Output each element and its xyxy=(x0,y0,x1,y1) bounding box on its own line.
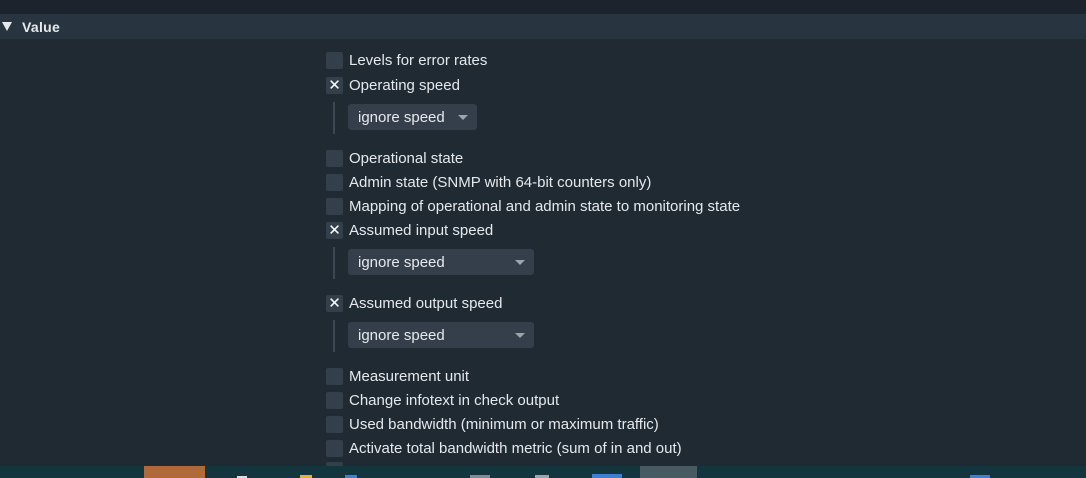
option-mapping-state[interactable]: Mapping of operational and admin state t… xyxy=(326,196,740,216)
checkbox[interactable] xyxy=(326,51,343,69)
option-operational-state[interactable]: Operational state xyxy=(326,148,463,168)
taskbar-active-app[interactable] xyxy=(640,466,697,478)
collapse-triangle-icon[interactable] xyxy=(2,22,12,31)
select-value: ignore speed xyxy=(358,253,445,271)
select-value: ignore speed xyxy=(358,326,445,344)
nested-indent-line xyxy=(333,102,335,134)
option-label: Operating speed xyxy=(349,76,460,94)
taskbar-app-icon[interactable] xyxy=(144,466,205,478)
option-label: Assumed output speed xyxy=(349,294,503,312)
checkbox-checked[interactable]: ✕ xyxy=(326,294,343,312)
option-label: Assumed input speed xyxy=(349,221,494,239)
option-label: Mapping of operational and admin state t… xyxy=(349,197,741,215)
checkbox[interactable] xyxy=(326,173,343,191)
section-header-value[interactable]: Value xyxy=(0,14,1086,39)
checkbox[interactable] xyxy=(326,415,343,433)
option-total-bandwidth[interactable]: Activate total bandwidth metric (sum of … xyxy=(326,438,682,458)
checkbox[interactable] xyxy=(326,367,343,385)
dropdown-caret-icon xyxy=(515,260,525,265)
checkbox[interactable] xyxy=(326,439,343,457)
option-label: Activate total bandwidth metric (sum of … xyxy=(349,439,682,457)
option-change-infotext[interactable]: Change infotext in check output xyxy=(326,390,559,410)
option-label: Used bandwidth (minimum or maximum traff… xyxy=(349,415,659,433)
nested-indent-line xyxy=(333,247,335,279)
option-assumed-output-speed[interactable]: ✕ Assumed output speed xyxy=(326,293,502,313)
checkbox-checked[interactable]: ✕ xyxy=(326,221,343,239)
operating-speed-select[interactable]: ignore speed xyxy=(348,104,477,130)
option-label: Levels for error rates xyxy=(349,51,488,69)
taskbar xyxy=(0,466,1086,478)
checkbox[interactable] xyxy=(326,391,343,409)
option-measurement-unit[interactable]: Measurement unit xyxy=(326,366,469,386)
top-strip xyxy=(0,0,1086,14)
checkbox[interactable] xyxy=(326,149,343,167)
option-label: Admin state (SNMP with 64-bit counters o… xyxy=(349,173,652,191)
option-label: Operational state xyxy=(349,149,464,167)
option-assumed-input-speed[interactable]: ✕ Assumed input speed xyxy=(326,220,493,240)
option-levels-error-rates[interactable]: Levels for error rates xyxy=(326,50,487,70)
dropdown-caret-icon xyxy=(515,333,525,338)
taskbar-app-icon[interactable] xyxy=(592,474,622,478)
option-used-bandwidth[interactable]: Used bandwidth (minimum or maximum traff… xyxy=(326,414,659,434)
checkbox-checked[interactable]: ✕ xyxy=(326,76,343,94)
option-admin-state[interactable]: Admin state (SNMP with 64-bit counters o… xyxy=(326,172,651,192)
select-value: ignore speed xyxy=(358,108,445,126)
assumed-input-speed-select[interactable]: ignore speed xyxy=(348,249,534,275)
section-title: Value xyxy=(22,18,61,35)
checkbox[interactable] xyxy=(326,197,343,215)
option-operating-speed[interactable]: ✕ Operating speed xyxy=(326,75,460,95)
assumed-output-speed-select[interactable]: ignore speed xyxy=(348,322,534,348)
options-panel: Levels for error rates ✕ Operating speed… xyxy=(0,39,1086,466)
option-label: Measurement unit xyxy=(349,367,470,385)
option-label: Change infotext in check output xyxy=(349,391,560,409)
nested-indent-line xyxy=(333,320,335,352)
dropdown-caret-icon xyxy=(458,115,468,120)
